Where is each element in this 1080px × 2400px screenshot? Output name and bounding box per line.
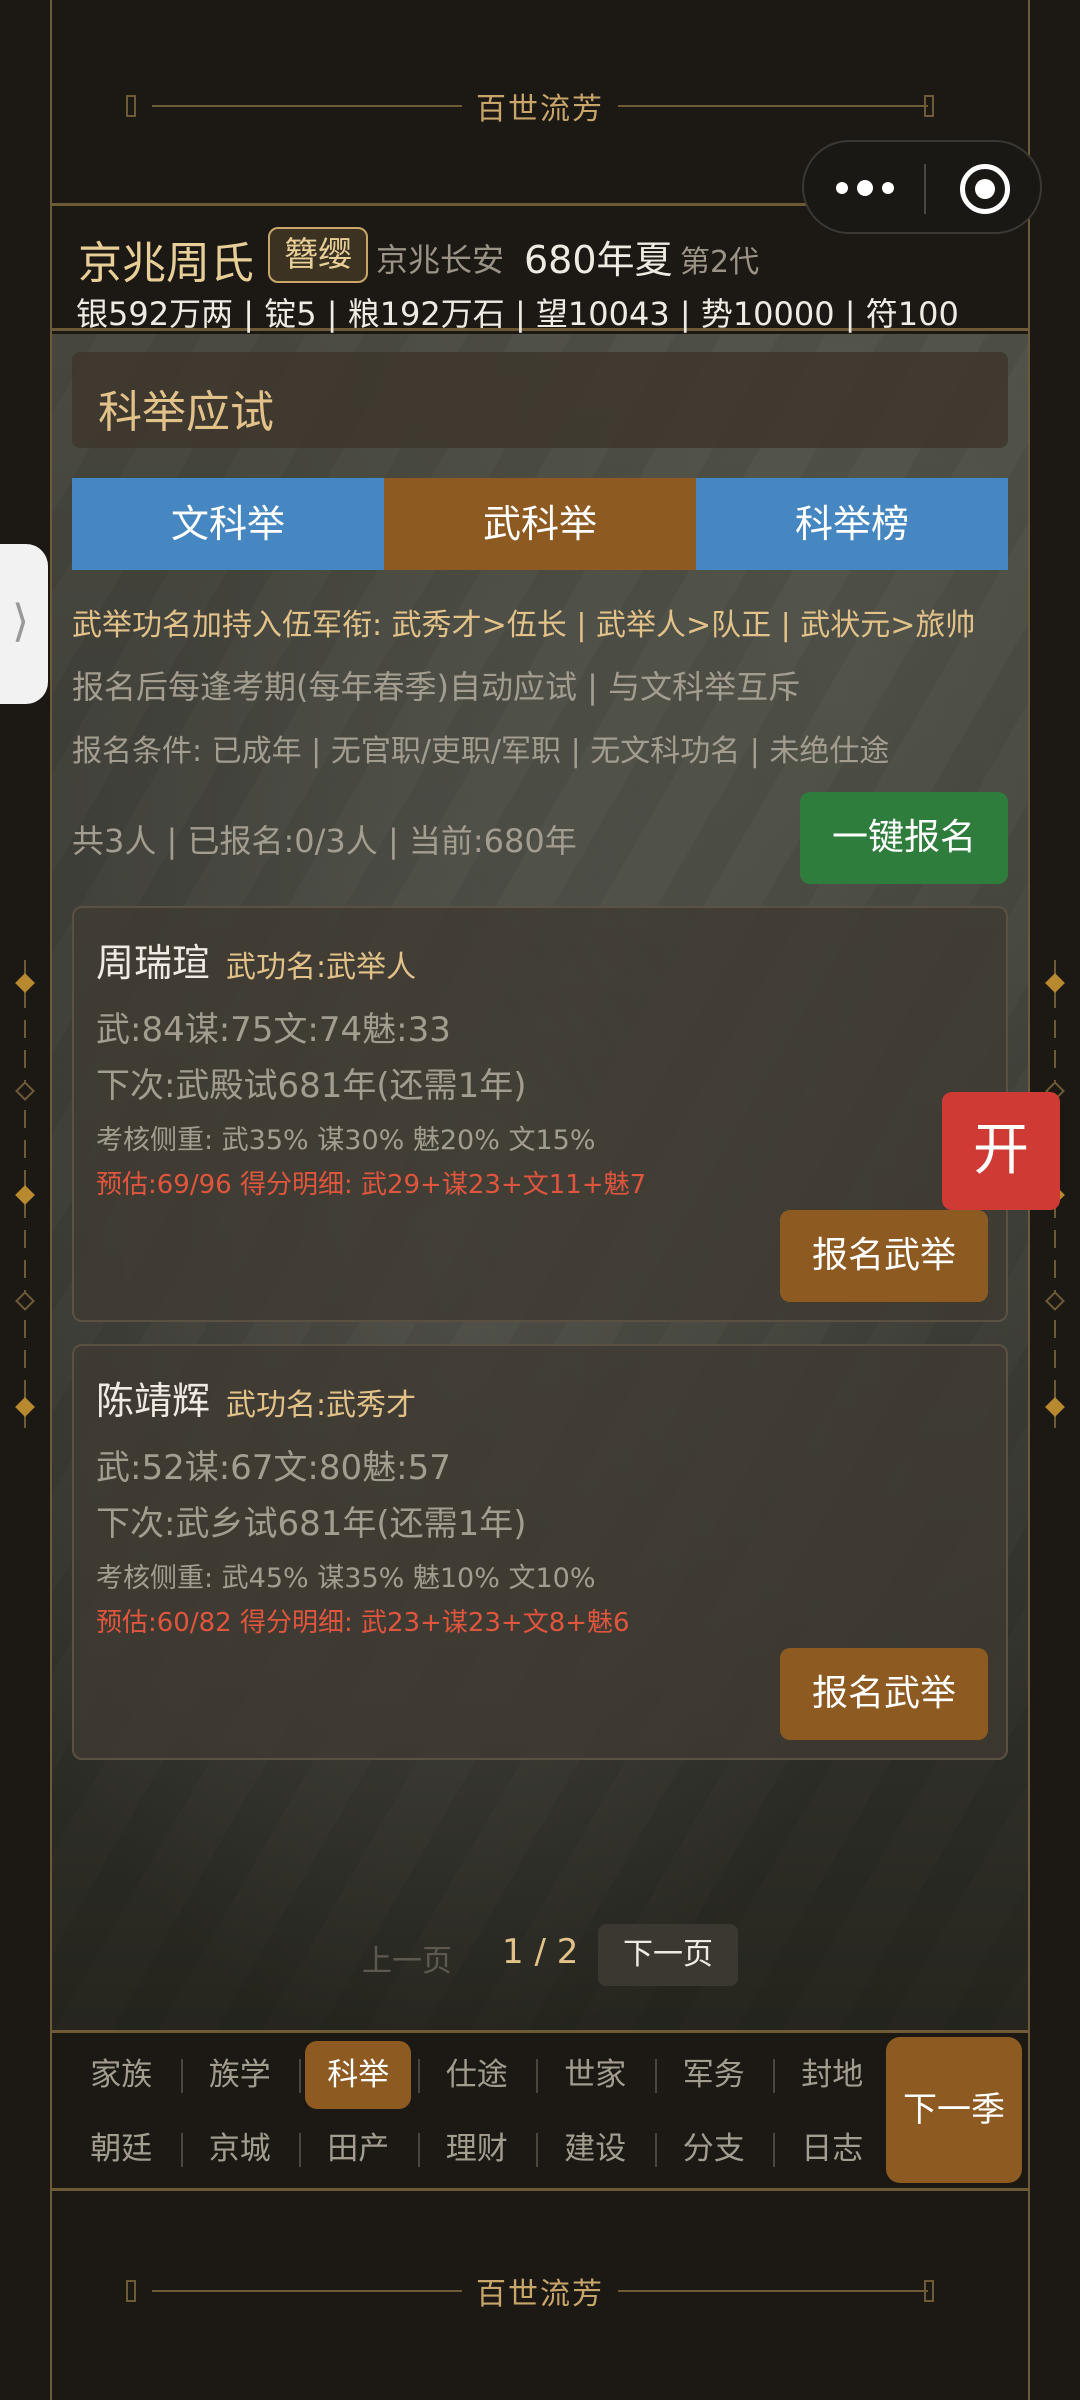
more-dots-icon[interactable]	[836, 176, 894, 200]
nav-item-finance[interactable]: 理财	[417, 2115, 537, 2183]
nav-item-family[interactable]: 家族	[62, 2041, 181, 2109]
candidate-next-exam: 下次:武殿试681年(还需1年)	[96, 1066, 527, 1106]
enroll-condition-info: 报名条件: 已成年 | 无官职/吏职/军职 | 无文科功名 | 未绝仕途	[72, 734, 890, 769]
tab-exam-ranking[interactable]: 科举榜	[696, 478, 1008, 570]
candidate-stats: 武:84谋:75文:74魅:33	[96, 1010, 451, 1050]
nav-item-construction[interactable]: 建设	[536, 2115, 655, 2183]
nav-item-noble-families[interactable]: 世家	[536, 2041, 655, 2109]
next-page-button[interactable]: 下一页	[598, 1924, 738, 1986]
signup-button[interactable]: 报名武举	[780, 1648, 988, 1740]
tab-military-exam[interactable]: 武科举	[384, 478, 696, 570]
nav-item-exam-label: 科举	[305, 2041, 412, 2109]
close-target-icon[interactable]	[960, 164, 1010, 214]
nav-item-career[interactable]: 仕途	[417, 2041, 537, 2109]
nav-item-log[interactable]: 日志	[773, 2115, 892, 2183]
candidate-next-exam: 下次:武乡试681年(还需1年)	[96, 1504, 527, 1544]
side-drawer-tab[interactable]: ⟩	[0, 544, 48, 704]
auto-exam-info: 报名后每逢考期(每年春季)自动应试 | 与文科举互斥	[72, 668, 801, 706]
candidate-name: 陈靖辉	[96, 1379, 211, 1423]
year-label: 680年夏	[524, 238, 673, 282]
prev-page-button[interactable]: 上一页	[362, 1936, 452, 1980]
candidate-weights: 考核侧重: 武45% 谋35% 魅10% 文10%	[96, 1563, 596, 1594]
nav-item-capital[interactable]: 京城	[180, 2115, 300, 2183]
nav-item-military[interactable]: 军务	[654, 2041, 774, 2109]
section-title-text: 科举应试	[98, 387, 274, 438]
enroll-count: 共3人 | 已报名:0/3人 | 当前:680年	[72, 822, 577, 860]
tab-civil-exam[interactable]: 文科举	[72, 478, 384, 570]
rank-bonus-info: 武举功名加持入伍军衔: 武秀才>伍长 | 武举人>队正 | 武状元>旅帅	[72, 608, 976, 643]
exam-panel: 科举应试 文科举 武科举 科举榜 武举功名加持入伍军衔: 武秀才>伍长 | 武举…	[52, 334, 1028, 2030]
bottom-title-bar: 百世流芳	[52, 2188, 1028, 2394]
exam-tabs: 文科举 武科举 科举榜	[72, 478, 1008, 570]
nav-item-court[interactable]: 朝廷	[62, 2115, 181, 2183]
candidate-title: 武功名:武秀才	[226, 1388, 417, 1423]
nav-item-exam[interactable]: 科举	[299, 2041, 418, 2109]
miniprogram-capsule	[802, 140, 1042, 234]
candidate-card: 周瑞瑄 武功名:武举人 武:84谋:75文:74魅:33 下次:武殿试681年(…	[72, 906, 1008, 1322]
candidate-stats: 武:52谋:67文:80魅:57	[96, 1448, 451, 1488]
family-name: 京兆周氏	[78, 238, 254, 289]
candidate-card: 陈靖辉 武功名:武秀才 武:52谋:67文:80魅:57 下次:武乡试681年(…	[72, 1344, 1008, 1760]
candidate-estimate: 预估:69/96 得分明细: 武29+谋23+文11+魅7	[96, 1170, 647, 1200]
ornament-left	[10, 960, 40, 1430]
nav-item-fief[interactable]: 封地	[773, 2041, 892, 2109]
generation-label: 第2代	[680, 245, 760, 280]
nav-item-estate[interactable]: 田产	[299, 2115, 418, 2183]
bottom-nav: 家族 族学 科举 仕途 世家 军务 封地 朝廷 京城 田产 理财 建设 分支 日…	[52, 2030, 1028, 2188]
pagination: 上一页 1 / 2 下一页	[52, 1924, 1028, 1986]
candidate-title: 武功名:武举人	[226, 950, 417, 985]
candidate-weights: 考核侧重: 武35% 谋30% 魅20% 文15%	[96, 1125, 596, 1156]
resources-bar: 银592万两 | 锭5 | 粮192万石 | 望10043 | 势10000 |…	[76, 295, 959, 333]
open-button[interactable]: 开	[942, 1092, 1060, 1210]
location-label: 京兆长安	[376, 241, 505, 279]
nav-item-clan-school[interactable]: 族学	[180, 2041, 300, 2109]
rank-badge: 簪缨	[268, 227, 368, 283]
page-indicator: 1 / 2	[502, 1932, 579, 1972]
chevron-right-icon: ⟩	[12, 596, 30, 647]
signup-button[interactable]: 报名武举	[780, 1210, 988, 1302]
nav-item-branches[interactable]: 分支	[654, 2115, 774, 2183]
candidate-estimate: 预估:60/82 得分明细: 武23+谋23+文8+魅6	[96, 1608, 630, 1638]
enroll-all-button[interactable]: 一键报名	[800, 792, 1008, 884]
candidate-name: 周瑞瑄	[96, 941, 211, 985]
section-title: 科举应试	[72, 352, 1008, 448]
next-season-button[interactable]: 下一季	[886, 2037, 1022, 2183]
